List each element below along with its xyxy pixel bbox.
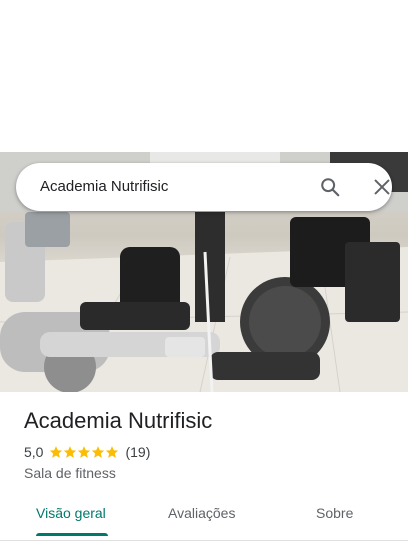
rating-value: 5,0	[24, 444, 44, 460]
star-icon	[92, 446, 105, 458]
place-title: Academia Nutrifisic	[24, 408, 213, 433]
star-icon	[64, 446, 77, 458]
star-icon	[78, 446, 91, 458]
active-tab-indicator	[36, 533, 108, 536]
tab-overview[interactable]: Visão geral	[36, 505, 106, 521]
tab-about[interactable]: Sobre	[316, 505, 353, 521]
tab-reviews[interactable]: Avaliações	[168, 505, 235, 521]
review-count[interactable]: (19)	[125, 444, 150, 460]
place-category: Sala de fitness	[24, 465, 116, 481]
tabs-divider	[0, 540, 408, 541]
search-bar[interactable]: Academia Nutrifisic	[16, 163, 392, 211]
search-icon[interactable]	[319, 176, 341, 198]
close-icon[interactable]	[371, 176, 393, 198]
star-rating	[49, 445, 119, 459]
map-area-blank	[0, 0, 408, 152]
star-icon	[50, 446, 63, 458]
star-icon	[106, 446, 119, 458]
search-input[interactable]: Academia Nutrifisic	[40, 178, 168, 195]
rating-row[interactable]: 5,0 (19)	[24, 444, 150, 460]
place-tabs: Visão geral Avaliações Sobre	[0, 496, 408, 540]
